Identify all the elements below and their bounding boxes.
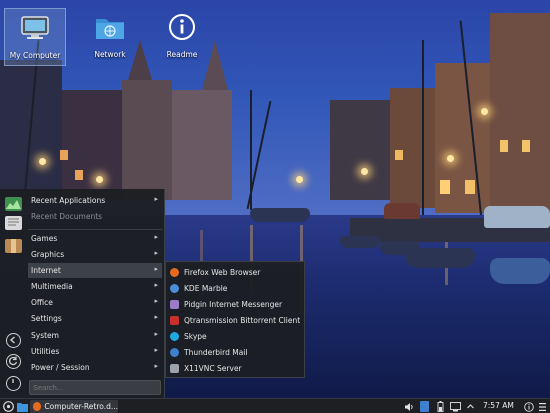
chevron-right-icon: ▸ (154, 265, 158, 273)
file-manager-launcher[interactable] (17, 400, 28, 413)
chevron-right-icon: ▸ (154, 313, 158, 321)
taskbar-task-label: Computer-Retro.d... (44, 402, 118, 411)
menu-category-graphics[interactable]: Graphics ▸ (28, 247, 162, 262)
submenu-item-label: Qtransmission Bittorrent Client (184, 316, 301, 325)
menu-search-input[interactable] (29, 380, 161, 395)
menu-categories-panel: Recent Applications ▸ Recent Documents G… (0, 189, 165, 398)
menu-category-label: Games (31, 234, 58, 243)
panel-options-icon[interactable] (538, 400, 547, 413)
chevron-right-icon: ▸ (154, 362, 158, 370)
info-icon[interactable] (524, 400, 534, 413)
menu-category-label: Office (31, 298, 53, 307)
submenu-item-thunderbird[interactable]: Thunderbird Mail (170, 345, 302, 360)
menu-category-label: Internet (31, 266, 61, 275)
network-folder-icon (93, 12, 127, 42)
menu-category-games[interactable]: Games ▸ (28, 231, 162, 246)
battery-icon[interactable] (437, 400, 444, 413)
submenu-item-label: Skype (184, 332, 207, 341)
menu-category-power-session[interactable]: Power / Session ▸ (28, 360, 162, 375)
network-icon[interactable] (450, 400, 461, 413)
submenu-item-label: KDE Marble (184, 284, 228, 293)
submenu-item-kde-marble[interactable]: KDE Marble (170, 281, 302, 296)
power-icon[interactable] (6, 376, 21, 391)
thunderbird-icon (170, 348, 179, 357)
chevron-right-icon: ▸ (154, 297, 158, 305)
submenu-item-label: Firefox Web Browser (184, 268, 261, 277)
chevron-right-icon: ▸ (154, 249, 158, 257)
chevron-right-icon: ▸ (154, 346, 158, 354)
menu-category-label: Settings (31, 314, 62, 323)
pidgin-icon (170, 300, 179, 309)
submenu-item-skype[interactable]: Skype (170, 329, 302, 344)
arrow-up-icon[interactable] (466, 400, 475, 413)
transmission-icon (170, 316, 179, 325)
submenu-item-firefox[interactable]: Firefox Web Browser (170, 265, 302, 280)
menu-category-label: Multimedia (31, 282, 73, 291)
clock[interactable]: 7:57 AM (483, 401, 514, 410)
menu-category-recent-applications[interactable]: Recent Applications ▸ (28, 193, 162, 208)
computer-icon (18, 13, 52, 43)
internet-submenu: Firefox Web Browser KDE Marble Pidgin In… (165, 261, 305, 378)
menu-category-office[interactable]: Office ▸ (28, 295, 162, 310)
application-launcher-button[interactable] (3, 400, 14, 413)
submenu-item-label: X11VNC Server (184, 364, 242, 373)
bluetooth-icon[interactable] (420, 400, 429, 413)
menu-category-label: System (31, 331, 59, 340)
menu-category-label: Recent Documents (31, 212, 103, 221)
desktop-icon-my-computer[interactable]: My Computer (4, 8, 66, 66)
menu-category-settings[interactable]: Settings ▸ (28, 311, 162, 326)
desktop-icon-network[interactable]: Network (79, 8, 141, 66)
submenu-item-x11vnc[interactable]: X11VNC Server (170, 361, 302, 376)
games-box-icon[interactable] (5, 239, 22, 253)
menu-category-system[interactable]: System ▸ (28, 328, 162, 343)
monitor-icon (170, 364, 179, 373)
chevron-right-icon: ▸ (154, 330, 158, 338)
marble-globe-icon (170, 284, 179, 293)
recent-documents-icon[interactable] (5, 216, 22, 230)
menu-category-label: Utilities (31, 347, 60, 356)
desktop-icon-readme[interactable]: Readme (151, 8, 213, 66)
refresh-icon[interactable] (6, 354, 21, 369)
recent-applications-icon[interactable] (5, 197, 22, 211)
submenu-item-pidgin[interactable]: Pidgin Internet Messenger (170, 297, 302, 312)
desktop-icon-label: Readme (166, 50, 198, 59)
desktop-icon-label: My Computer (9, 51, 61, 60)
desktop-icon-label: Network (94, 50, 126, 59)
menu-category-internet[interactable]: Internet ▸ (28, 263, 162, 278)
menu-separator (28, 229, 162, 230)
menu-category-utilities[interactable]: Utilities ▸ (28, 344, 162, 359)
volume-icon[interactable] (404, 400, 414, 413)
skype-icon (170, 332, 179, 341)
menu-category-recent-documents[interactable]: Recent Documents (28, 209, 162, 224)
menu-category-label: Recent Applications (31, 196, 106, 205)
taskbar-task-firefox[interactable]: Computer-Retro.d... (30, 400, 118, 413)
menu-side-column (0, 189, 28, 398)
submenu-item-label: Thunderbird Mail (184, 348, 248, 357)
firefox-icon (170, 268, 179, 277)
application-menu: Recent Applications ▸ Recent Documents G… (0, 189, 305, 398)
launcher-logo-icon (3, 401, 14, 412)
menu-category-label: Power / Session (31, 363, 90, 372)
info-icon (165, 12, 199, 42)
chevron-right-icon: ▸ (154, 233, 158, 241)
menu-category-label: Graphics (31, 250, 65, 259)
menu-category-multimedia[interactable]: Multimedia ▸ (28, 279, 162, 294)
submenu-item-qtransmission[interactable]: Qtransmission Bittorrent Client (170, 313, 302, 328)
submenu-item-label: Pidgin Internet Messenger (184, 300, 283, 309)
taskbar: Computer-Retro.d... 7:57 AM (0, 398, 550, 413)
chevron-right-icon: ▸ (154, 281, 158, 289)
folder-icon (17, 402, 28, 412)
back-icon[interactable] (6, 333, 21, 348)
chevron-right-icon: ▸ (154, 195, 158, 203)
firefox-icon (33, 402, 42, 411)
